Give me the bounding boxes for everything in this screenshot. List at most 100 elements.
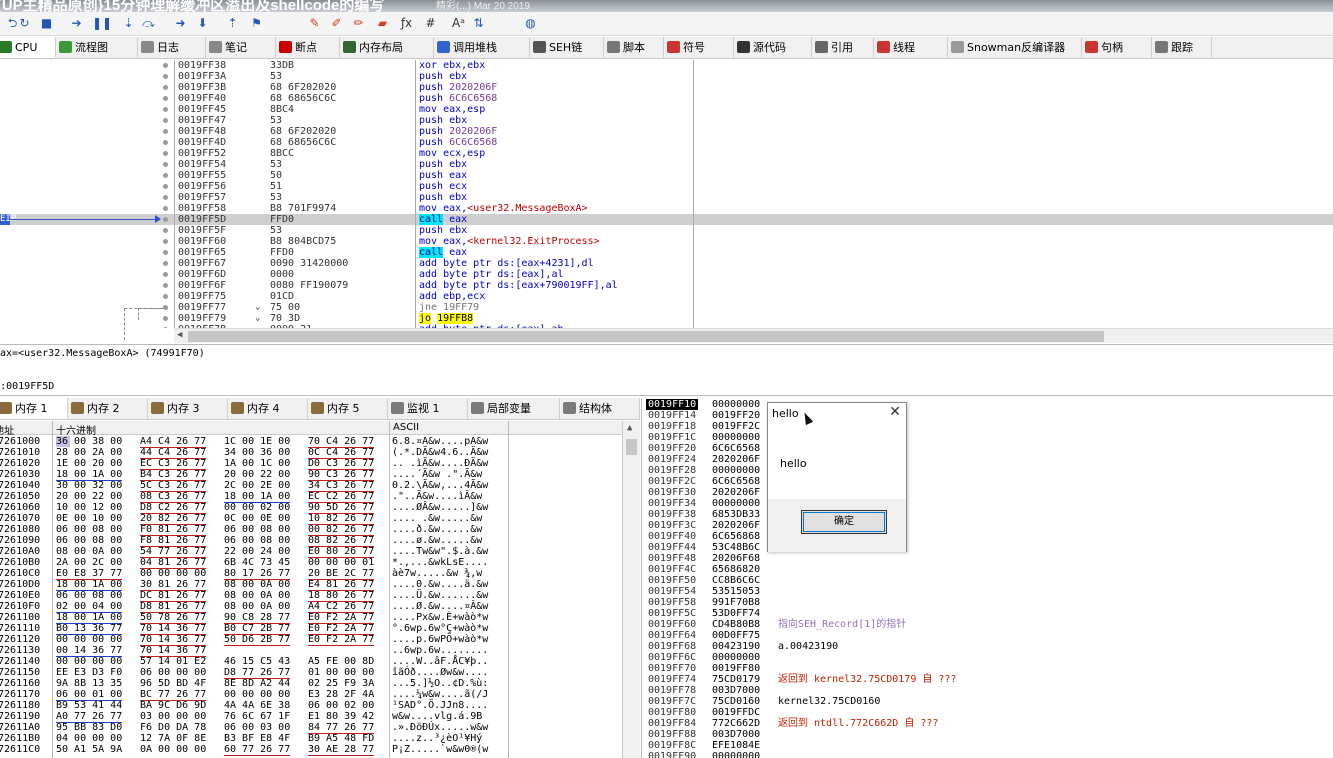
dump-row[interactable]: 7726113000 14 36 7770 14 36 77..6wp.6w..…: [0, 645, 622, 657]
stack-row[interactable]: 0019FF10 00000000: [642, 399, 1333, 410]
dump-row[interactable]: 7726117006 00 01 00BC 77 26 7700 00 00 0…: [0, 689, 622, 701]
disasm-row[interactable]: 0019FF67 0090 31420000 add byte ptr ds:[ea…: [0, 258, 1333, 269]
scrollbar-thumb[interactable]: [188, 331, 1104, 342]
breakpoint-dot-icon[interactable]: [163, 151, 168, 156]
dump-row[interactable]: 772611C0 50 A1 5A 9A 0A 00 00 00 60 77 26 7…: [0, 744, 622, 756]
breakpoint-dot-icon[interactable]: [163, 272, 168, 277]
dump-row[interactable]: 772610A008 00 0A 0054 77 26 7722 00 24 0…: [0, 546, 622, 558]
dump-row[interactable]: 772611B0 04 00 00 00 12 7A 0F 8E B3 BF E8 4…: [0, 733, 622, 744]
stack-row[interactable]: 0019FF3C 2020206F: [642, 520, 1333, 531]
dump-row[interactable]: 77261180 B9 53 41 44 BA 9C D6 9D 4A 4A 6E 3…: [0, 700, 622, 711]
breakpoint-dot-icon[interactable]: [163, 129, 168, 134]
step-over-icon[interactable]: ⤼: [140, 15, 157, 32]
breakpoint-dot-icon[interactable]: [163, 85, 168, 90]
disasm-row[interactable]: 0019FF6F 0080 FF190079 add byte ptr ds:[ea…: [0, 280, 1333, 291]
stack-row[interactable]: 0019FF34 00000000: [642, 498, 1333, 509]
restart-icon[interactable]: ↻: [16, 15, 33, 32]
stack-row[interactable]: 0019FF5C 53D0FF74: [642, 608, 1333, 619]
breakpoint-dot-icon[interactable]: [163, 118, 168, 123]
breakpoint-dot-icon[interactable]: [163, 228, 168, 233]
tab-references[interactable]: 引用: [812, 37, 874, 58]
dump-row[interactable]: 7726110018 00 1A 0050 78 26 7790 C8 28 7…: [0, 612, 622, 624]
tab-script[interactable]: 脚本: [604, 37, 664, 58]
step-into-icon[interactable]: ⇣: [120, 15, 137, 32]
dump-row[interactable]: 7726109006 00 08 00F8 81 26 7706 00 08 0…: [0, 535, 622, 547]
breakpoint-dot-icon[interactable]: [163, 294, 168, 299]
stack-row[interactable]: 0019FF8C EFE1084E: [642, 740, 1333, 751]
stack-row[interactable]: 0019FF74 75CD0179 返回到 kernel32.75CD0179 自 …: [642, 674, 1333, 685]
dump-row[interactable]: 7726100036 00 38 00A4 C4 26 771C 00 1E 0…: [0, 436, 622, 448]
tab-snowman[interactable]: Snowman反编译器: [948, 37, 1082, 58]
tab-memory-map[interactable]: 内存布局: [340, 37, 434, 58]
stack-row[interactable]: 0019FF7C 75CD0160 kernel32.75CD0160: [642, 696, 1333, 707]
brush-icon[interactable]: ✐: [328, 15, 345, 32]
stack-row[interactable]: 0019FF20 6C6C6568: [642, 443, 1333, 454]
dump-vertical-scrollbar[interactable]: ▲: [622, 421, 640, 758]
tab-cpu[interactable]: CPU: [0, 37, 56, 58]
highlighter-icon[interactable]: ✏: [350, 15, 367, 32]
run-icon[interactable]: ➔: [68, 15, 85, 32]
scrollbar-thumb[interactable]: [626, 439, 637, 455]
disassembly-view[interactable]: 0019FF38 33DB xor ebx,ebx 0019FF3A 53 push eb…: [0, 60, 1333, 328]
stack-row[interactable]: 0019FF68 00423190 a.00423190: [642, 641, 1333, 652]
dump-row[interactable]: 7726108006 00 08 00F0 81 26 7706 00 08 0…: [0, 524, 622, 536]
stack-row[interactable]: 0019FF38 6853DB33: [642, 509, 1333, 520]
stack-row[interactable]: 0019FF60 CD4B80B8 指向SEH_Record[1]的指针: [642, 619, 1333, 630]
stack-row[interactable]: 0019FF88 003D7000: [642, 729, 1333, 740]
disasm-row[interactable]: 0019FF55 50 push eax: [0, 170, 1333, 181]
stack-row[interactable]: 0019FF14 0019FF20: [642, 410, 1333, 421]
stack-row[interactable]: 0019FF30 2020206F: [642, 487, 1333, 498]
breakpoint-dot-icon[interactable]: [163, 162, 168, 167]
disasm-row[interactable]: 0019FF47 53 push ebx: [0, 115, 1333, 126]
dump-row[interactable]: 772611A0 95 BB 83 D0 F6 D0 DA 78 06 00 03 0…: [0, 722, 622, 734]
breakpoint-dot-icon[interactable]: [163, 74, 168, 79]
breakpoint-dot-icon[interactable]: [163, 195, 168, 200]
stack-row[interactable]: 0019FF50 CC8B6C6C: [642, 575, 1333, 586]
dump-tab[interactable]: 结构体: [560, 398, 640, 419]
dump-row[interactable]: 7726106010 00 12 00D8 C2 26 7700 00 02 0…: [0, 502, 622, 514]
disasm-row[interactable]: 0019FF45 8BC4 mov eax,esp: [0, 104, 1333, 115]
disasm-row[interactable]: 0019FF4D 68 68656C6C push 6C6C6568: [0, 137, 1333, 148]
disasm-row[interactable]: 0019FF57 53 push ebx: [0, 192, 1333, 203]
run-to-user-icon[interactable]: ⇡: [224, 15, 241, 32]
dump-tab[interactable]: 内存 3: [148, 398, 228, 419]
breakpoint-dot-icon[interactable]: [163, 184, 168, 189]
dump-row[interactable]: 77261160 9A 8B 13 35 96 5D BD 4F 8E 8D A2 4…: [0, 678, 622, 689]
stop-icon[interactable]: ■: [38, 15, 55, 32]
dump-row[interactable]: 77261140 00 00 00 00 57 14 01 E2 46 15 C5 4…: [0, 656, 622, 667]
disasm-row[interactable]: 0019FF58 B8 701F9974 mov eax,<user32.Messa…: [0, 203, 1333, 214]
font-icon[interactable]: Aᵃ: [450, 15, 467, 32]
memory-dump[interactable]: 7726100036 00 38 00A4 C4 26 771C 00 1E 0…: [0, 436, 622, 758]
dump-row[interactable]: 7726101028 00 2A 0044 C4 26 7734 00 36 0…: [0, 447, 622, 459]
stack-row[interactable]: 0019FF48 20206F68: [642, 553, 1333, 564]
tab-notes[interactable]: 笔记: [206, 37, 276, 58]
dump-row[interactable]: 7726105020 00 22 0008 C3 26 7718 00 1A 0…: [0, 491, 622, 503]
stack-row[interactable]: 0019FF40 6C656868: [642, 531, 1333, 542]
stack-row[interactable]: 0019FF28 00000000: [642, 465, 1333, 476]
breakpoint-dot-icon[interactable]: [163, 140, 168, 145]
dump-row[interactable]: 772610700E 00 10 0020 82 26 770C 00 0E 0…: [0, 513, 622, 525]
dump-tab[interactable]: 内存 1: [0, 398, 68, 419]
stack-row[interactable]: 0019FF54 53515053: [642, 586, 1333, 597]
stack-row[interactable]: 0019FF70 0019FF80: [642, 663, 1333, 674]
tab-handles[interactable]: 句柄: [1082, 37, 1152, 58]
dump-row[interactable]: 772610201E 00 20 00EC C3 26 771A 00 1C 0…: [0, 458, 622, 470]
breakpoint-dot-icon[interactable]: [163, 283, 168, 288]
eraser-icon[interactable]: ▰: [374, 15, 391, 32]
dump-tab[interactable]: 内存 4: [228, 398, 308, 419]
disasm-row[interactable]: 0019FF65 FFD0 call eax: [0, 247, 1333, 258]
stack-row[interactable]: 0019FF18 0019FF2C: [642, 421, 1333, 432]
pause-icon[interactable]: ❚❚: [92, 15, 112, 32]
stack-row[interactable]: 0019FF84 772C662D 返回到 ntdll.772C662D 自 ???: [642, 718, 1333, 729]
disasm-horizontal-scrollbar[interactable]: ◀: [174, 328, 1333, 343]
disasm-row[interactable]: 0019FF3A 53 push ebx: [0, 71, 1333, 82]
dump-row[interactable]: 772610D018 00 1A 0030 81 26 7708 00 0A 0…: [0, 579, 622, 591]
tab-source[interactable]: 源代码: [734, 37, 812, 58]
disasm-row[interactable]: 0019FF5D FFD0 call eax: [0, 214, 1333, 225]
stack-row[interactable]: 0019FF2C 6C6C6568: [642, 476, 1333, 487]
stack-row[interactable]: 0019FF1C 00000000: [642, 432, 1333, 443]
stack-row[interactable]: 0019FF44 53C48B6C: [642, 542, 1333, 553]
breakpoint-dot-icon[interactable]: [163, 206, 168, 211]
breakpoint-dot-icon[interactable]: [163, 96, 168, 101]
dump-tab[interactable]: 内存 5: [308, 398, 388, 419]
